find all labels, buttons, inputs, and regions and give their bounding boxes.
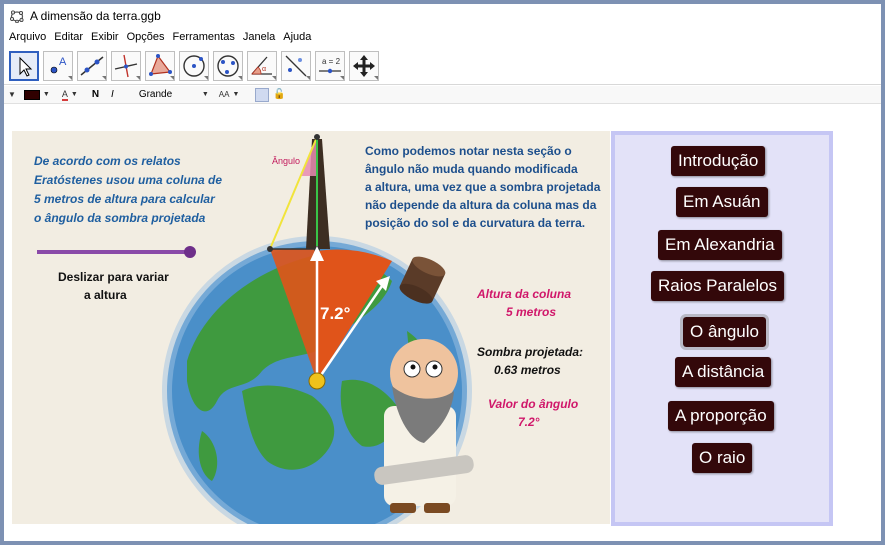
toolbar: A α a = 2 (4, 47, 881, 85)
nav-button-o-angulo[interactable]: O ângulo (680, 314, 769, 350)
shadow-value: 0.63 metros (494, 363, 561, 377)
menu-exibir[interactable]: Exibir (88, 31, 122, 43)
menu-janela[interactable]: Janela (240, 31, 278, 43)
earth-center-point[interactable] (308, 372, 326, 390)
nav-button-raios-paralelos[interactable]: Raios Paralelos (651, 271, 785, 301)
move-view-tool-button[interactable] (349, 50, 379, 81)
color-dropdown-icon[interactable]: ▼ (43, 91, 50, 98)
polygon-tool-button[interactable] (145, 50, 175, 81)
column-height-title: Altura da coluna (477, 287, 572, 301)
menu-ferramentas[interactable]: Ferramentas (169, 31, 237, 43)
height-slider-knob[interactable] (184, 246, 196, 258)
text-size-select[interactable]: Grande (139, 89, 199, 100)
nav-button-a-distancia[interactable]: A distância (675, 357, 772, 387)
navigation-panel: Introdução Em Asuán Em Alexandria Raios … (611, 131, 833, 526)
nav-button-em-asuan[interactable]: Em Asuán (676, 187, 768, 217)
intro-line-2: Eratóstenes usou uma coluna de (34, 173, 223, 187)
nav-button-a-proporcao[interactable]: A proporção (668, 401, 774, 431)
reflect-tool-button[interactable] (281, 50, 311, 81)
color-swatch[interactable] (23, 89, 40, 100)
svg-text:A: A (59, 56, 67, 68)
perpendicular-tool-button[interactable] (111, 50, 141, 81)
nav-button-introducao[interactable]: Introdução (671, 146, 766, 176)
note-line-1: Como podemos notar nesta seção o (365, 144, 572, 158)
intro-line-1: De acordo com os relatos (34, 154, 181, 168)
line-tool-button[interactable] (77, 50, 107, 81)
lock-icon[interactable]: 🔓 (273, 89, 285, 100)
slider-caption-1: Deslizar para variar (58, 270, 169, 284)
intro-line-3: 5 metros de altura para calcular (34, 192, 215, 206)
font-size-dropdown-icon[interactable]: ▼ (232, 91, 239, 98)
menu-arquivo[interactable]: Arquivo (6, 31, 49, 43)
italic-button[interactable]: I (111, 89, 114, 100)
angle-small-label: Ângulo (272, 156, 301, 166)
note-line-4: não depende da altura da coluna mas da (365, 198, 597, 212)
stylebar-collapse-icon[interactable]: ▼ (8, 90, 16, 99)
circle-tool-button[interactable] (179, 50, 209, 81)
eratosthenes-scene: De acordo com os relatos Eratóstenes uso… (12, 131, 610, 524)
column-height-value: 5 metros (506, 305, 557, 319)
style-bar: ▼ ▼ A ▼ N I Grande ▼ AA ▼ 🔓 (4, 86, 881, 104)
menu-editar[interactable]: Editar (51, 31, 86, 43)
intro-line-4: o ângulo da sombra projetada (34, 211, 206, 225)
line-color-icon[interactable]: A (61, 89, 68, 101)
move-tool-icon (19, 56, 33, 77)
graphics-view: De acordo com os relatos Eratóstenes uso… (4, 105, 881, 537)
note-line-2: ângulo não muda quando modificada (365, 162, 578, 176)
note-line-5: posição do sol e da curvatura da terra. (365, 216, 586, 230)
slider-caption-2: a altura (84, 288, 127, 302)
font-size-icon[interactable]: AA (219, 90, 230, 99)
angle-value-title: Valor do ângulo (488, 397, 579, 411)
note-line-3: a altura, uma vez que a sombra projetada (365, 180, 601, 194)
shadow-title: Sombra projetada: (477, 345, 584, 359)
slider-tool-button[interactable]: a = 2 (315, 50, 345, 81)
point-tool-button[interactable]: A (43, 50, 73, 81)
menu-bar: Arquivo Editar Exibir Opções Ferramentas… (4, 28, 881, 46)
move-tool-button[interactable] (9, 50, 39, 81)
angle-big-label: 7.2° (320, 304, 351, 323)
angle-value: 7.2° (518, 415, 540, 429)
menu-ajuda[interactable]: Ajuda (280, 31, 314, 43)
title-bar: A dimensão da terra.ggb (4, 4, 881, 28)
window-title: A dimensão da terra.ggb (30, 9, 161, 23)
nav-button-em-alexandria[interactable]: Em Alexandria (658, 230, 782, 260)
bold-button[interactable]: N (92, 89, 99, 100)
svg-text:α: α (262, 66, 266, 73)
geogebra-logo-icon (10, 10, 24, 23)
text-size-dropdown-icon[interactable]: ▼ (202, 91, 209, 98)
angle-tool-button[interactable]: α (247, 50, 277, 81)
nav-button-o-raio[interactable]: O raio (692, 443, 753, 473)
menu-opcoes[interactable]: Opções (124, 31, 168, 43)
slider-tool-label: a = 2 (322, 57, 341, 66)
conic-tool-button[interactable] (213, 50, 243, 81)
pin-icon[interactable] (255, 87, 270, 102)
line-color-dropdown-icon[interactable]: ▼ (71, 91, 78, 98)
